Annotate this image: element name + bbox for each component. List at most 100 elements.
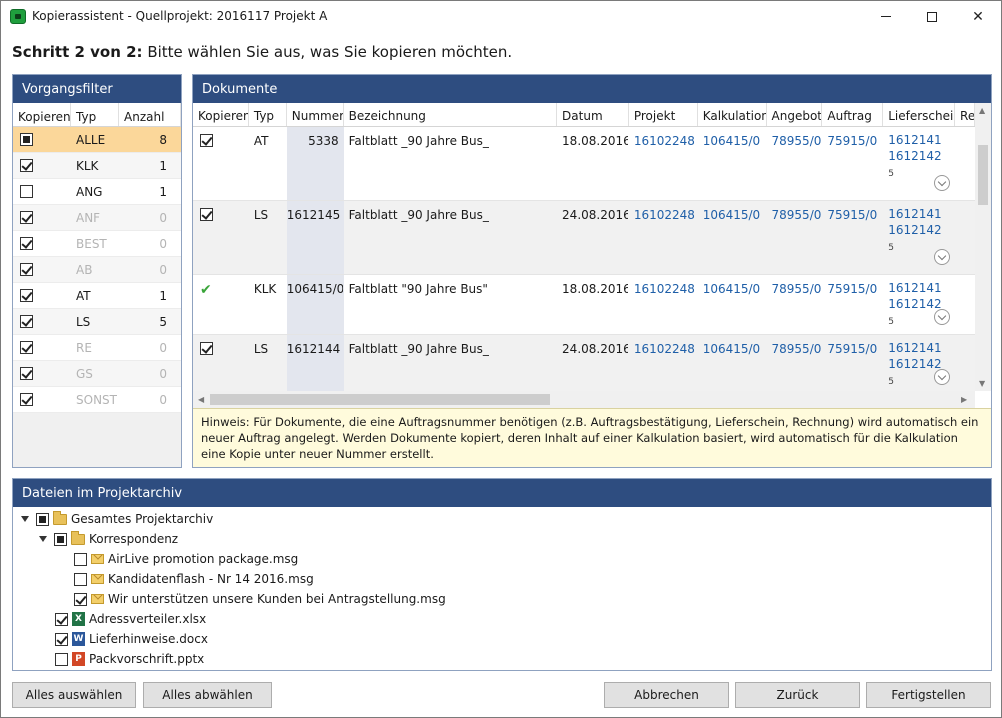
column-header-nummer[interactable]: Nummer [287, 103, 344, 126]
filter-row[interactable]: ANF 0 [13, 205, 181, 231]
doc-angebot-link[interactable]: 78955/0 [767, 201, 823, 274]
select-all-button[interactable]: Alles auswählen [12, 682, 136, 708]
filter-checkbox[interactable] [20, 159, 33, 172]
column-header-projekt[interactable]: Projekt [629, 103, 698, 126]
expand-chevron-icon[interactable] [934, 249, 951, 265]
lieferschein-link[interactable]: 1612142 [888, 149, 941, 163]
scroll-up-arrow-icon[interactable]: ▲ [979, 106, 985, 115]
filter-row[interactable]: AB 0 [13, 257, 181, 283]
tree-node-file[interactable]: X Adressverteiler.xlsx [55, 609, 206, 629]
doc-projekt-link[interactable]: 16102248 [629, 127, 698, 200]
scroll-right-arrow-icon[interactable]: ▶ [961, 395, 967, 404]
doc-angebot-link[interactable]: 78955/0 [767, 275, 823, 334]
tree-node-folder[interactable]: Korrespondenz [39, 529, 178, 549]
cancel-button[interactable]: Abbrechen [604, 682, 729, 708]
collapse-triangle-icon[interactable] [21, 516, 29, 522]
collapse-triangle-icon[interactable] [39, 536, 47, 542]
vertical-scrollbar[interactable]: ▲ ▼ [975, 103, 991, 391]
column-header-datum[interactable]: Datum [557, 103, 629, 126]
table-row[interactable]: AT 5338 Faltblatt _90 Jahre Bus_ 18.08.2… [193, 127, 975, 201]
filter-row[interactable]: BEST 0 [13, 231, 181, 257]
column-header-angebot[interactable]: Angebot [767, 103, 823, 126]
doc-auftrag-link[interactable]: 75915/0 [822, 127, 883, 200]
filter-row[interactable]: RE 0 [13, 335, 181, 361]
column-header-anzahl[interactable]: Anzahl [119, 103, 181, 126]
tree-checkbox[interactable] [36, 512, 49, 526]
tree-checkbox[interactable] [55, 612, 68, 626]
doc-projekt-link[interactable]: 16102248 [629, 335, 698, 394]
doc-auftrag-link[interactable]: 75915/0 [822, 275, 883, 334]
doc-kalkulation-link[interactable]: 106415/0 [698, 127, 767, 200]
filter-checkbox[interactable] [20, 211, 33, 224]
lieferschein-link[interactable]: 1612142 [888, 357, 941, 371]
expand-chevron-icon[interactable] [934, 175, 951, 191]
vertical-scroll-thumb[interactable] [978, 145, 988, 205]
document-checkbox[interactable] [200, 208, 213, 221]
filter-checkbox[interactable] [20, 133, 33, 146]
doc-angebot-link[interactable]: 78955/0 [767, 127, 823, 200]
tree-checkbox[interactable] [54, 532, 67, 546]
column-header-kopieren[interactable]: Kopieren [13, 103, 71, 126]
filter-row[interactable]: GS 0 [13, 361, 181, 387]
filter-checkbox[interactable] [20, 263, 33, 276]
filter-checkbox[interactable] [20, 315, 33, 328]
lieferschein-link[interactable]: 1612141 [888, 281, 941, 295]
doc-projekt-link[interactable]: 16102248 [629, 201, 698, 274]
column-header-lieferschein[interactable]: Lieferschein [883, 103, 956, 126]
horizontal-scrollbar[interactable]: ◀ ▶ [193, 391, 975, 408]
column-header-auftrag[interactable]: Auftrag [822, 103, 884, 126]
horizontal-scroll-thumb[interactable] [210, 394, 550, 405]
tree-checkbox[interactable] [74, 552, 87, 566]
tree-checkbox[interactable] [55, 652, 68, 666]
filter-checkbox[interactable] [20, 289, 33, 302]
lieferschein-link[interactable]: 1612141 [888, 341, 941, 355]
lieferschein-link[interactable]: 1612142 [888, 297, 941, 311]
lieferschein-link[interactable]: 1612141 [888, 133, 941, 147]
scroll-down-arrow-icon[interactable]: ▼ [979, 379, 985, 388]
table-row[interactable]: LS 1612145 Faltblatt _90 Jahre Bus_ 24.0… [193, 201, 975, 275]
lieferschein-link[interactable]: 1612142 [888, 223, 941, 237]
minimize-button[interactable] [863, 1, 909, 32]
finish-button[interactable]: Fertigstellen [866, 682, 991, 708]
tree-checkbox[interactable] [74, 572, 87, 586]
tree-node-file[interactable]: Wir unterstützen unsere Kunden bei Antra… [74, 589, 446, 609]
doc-kalkulation-link[interactable]: 106415/0 [698, 201, 767, 274]
doc-projekt-link[interactable]: 16102248 [629, 275, 698, 334]
close-button[interactable]: ✕ [955, 1, 1001, 32]
tree-node-file[interactable]: Kandidatenflash - Nr 14 2016.msg [74, 569, 314, 589]
doc-kalkulation-link[interactable]: 106415/0 [698, 335, 767, 394]
filter-checkbox[interactable] [20, 341, 33, 354]
tree-checkbox[interactable] [55, 632, 68, 646]
filter-row[interactable]: LS 5 [13, 309, 181, 335]
column-header-bezeichnung[interactable]: Bezeichnung [344, 103, 558, 126]
filter-checkbox[interactable] [20, 393, 33, 406]
filter-checkbox[interactable] [20, 367, 33, 380]
back-button[interactable]: Zurück [735, 682, 860, 708]
doc-auftrag-link[interactable]: 75915/0 [822, 201, 883, 274]
column-header-kopieren[interactable]: Kopieren [193, 103, 249, 126]
tree-node-file[interactable]: AirLive promotion package.msg [74, 549, 298, 569]
tree-node-root[interactable]: Gesamtes Projektarchiv [21, 509, 213, 529]
filter-row[interactable]: SONST 0 [13, 387, 181, 413]
tree-node-file[interactable]: P Packvorschrift.pptx [55, 649, 204, 669]
filter-row[interactable]: KLK 1 [13, 153, 181, 179]
doc-kalkulation-link[interactable]: 106415/0 [698, 275, 767, 334]
lieferschein-link[interactable]: 1612141 [888, 207, 941, 221]
doc-auftrag-link[interactable]: 75915/0 [822, 335, 883, 394]
document-checkbox[interactable] [200, 134, 213, 147]
tree-checkbox[interactable] [74, 592, 87, 606]
filter-checkbox[interactable] [20, 237, 33, 250]
doc-angebot-link[interactable]: 78955/0 [767, 335, 823, 394]
tree-node-file[interactable]: W Lieferhinweise.docx [55, 629, 208, 649]
maximize-button[interactable] [909, 1, 955, 32]
filter-row[interactable]: AT 1 [13, 283, 181, 309]
filter-row[interactable]: ANG 1 [13, 179, 181, 205]
document-checkbox[interactable] [200, 342, 213, 355]
table-row[interactable]: ✔ KLK 106415/0 Faltblatt "90 Jahre Bus" … [193, 275, 975, 335]
column-header-kalkulation[interactable]: Kalkulation [698, 103, 767, 126]
filter-checkbox[interactable] [20, 185, 33, 198]
column-header-typ[interactable]: Typ [249, 103, 287, 126]
deselect-all-button[interactable]: Alles abwählen [143, 682, 272, 708]
expand-chevron-icon[interactable] [934, 369, 951, 385]
table-row[interactable]: LS 1612144 Faltblatt _90 Jahre Bus_ 24.0… [193, 335, 975, 395]
